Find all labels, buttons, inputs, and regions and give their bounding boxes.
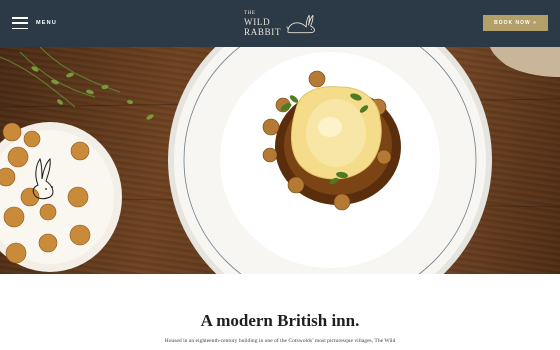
intro-text: Housed in an eighteenth-century building… [164,338,396,344]
site-header: MENU THE WILD RABBIT BOOK NOW » [0,0,560,47]
site-logo[interactable]: THE WILD RABBIT [244,8,318,40]
hamburger-icon [12,17,28,29]
logo-the: THE [244,11,256,16]
page-headline: A modern British inn. [200,311,360,330]
hero-image [0,47,560,274]
hero-photo [0,47,560,274]
rabbit-icon [286,14,316,34]
menu-label: MENU [36,20,57,26]
logo-rabbit-text: RABBIT [244,27,282,37]
logo-wild: WILD [244,17,271,27]
menu-button[interactable]: MENU [12,14,57,32]
book-now-button[interactable]: BOOK NOW » [483,15,548,31]
